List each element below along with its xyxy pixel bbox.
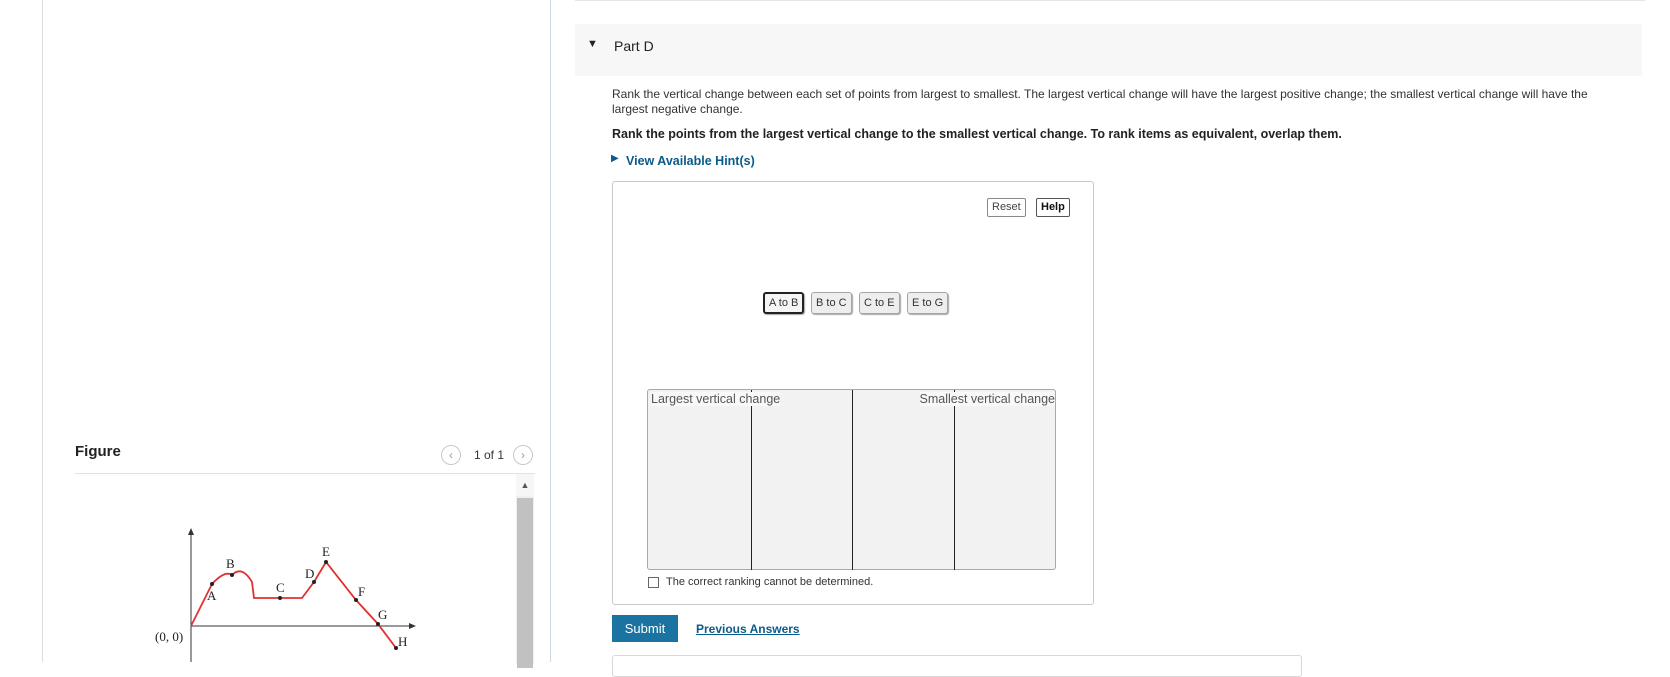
label-b: B	[226, 556, 235, 571]
figure-pager: 1 of 1	[474, 448, 505, 462]
feedback-box	[612, 655, 1302, 677]
collapse-triangle-icon[interactable]: ▼	[587, 38, 598, 50]
view-hints-link[interactable]: View Available Hint(s)	[626, 154, 755, 168]
part-title: Part D	[614, 38, 654, 54]
chevron-left-icon: ‹	[449, 448, 453, 462]
left-border	[42, 0, 43, 662]
point-a	[210, 582, 214, 586]
origin-label: (0, 0)	[155, 629, 183, 644]
smallest-label: Smallest vertical change	[919, 392, 1055, 406]
figure-graph: A B C D E F G H (0, 0)	[155, 528, 416, 662]
rank-slot-divider	[751, 390, 752, 570]
top-border	[575, 0, 1645, 1]
previous-answers-link[interactable]: Previous Answers	[696, 622, 800, 636]
label-d: D	[305, 566, 314, 581]
rank-item-b-to-c[interactable]: B to C	[811, 292, 852, 314]
rank-item-e-to-g[interactable]: E to G	[907, 292, 949, 314]
expand-triangle-icon[interactable]: ▶	[611, 153, 619, 164]
next-figure-button[interactable]: ›	[513, 445, 533, 465]
point-c	[278, 596, 282, 600]
rank-slot-divider	[852, 390, 853, 570]
point-e	[324, 560, 328, 564]
instruction-text: Rank the points from the largest vertica…	[612, 127, 1342, 141]
chevron-right-icon: ›	[521, 448, 525, 462]
label-g: G	[378, 607, 387, 622]
largest-label: Largest vertical change	[651, 392, 781, 406]
position-curve	[190, 560, 397, 649]
x-axis-arrow-icon	[409, 623, 416, 629]
help-button[interactable]: Help	[1036, 198, 1070, 217]
reset-button[interactable]: Reset	[987, 198, 1026, 217]
submit-button[interactable]: Submit	[612, 615, 678, 642]
point-g	[376, 622, 380, 626]
figure-separator	[75, 473, 535, 474]
question-text: Rank the vertical change between each se…	[612, 87, 1588, 116]
y-axis-arrow-icon	[188, 528, 194, 535]
figure-title: Figure	[75, 443, 121, 460]
triangle-up-icon: ▲	[520, 480, 530, 490]
rank-slot-divider	[954, 390, 955, 570]
prev-figure-button[interactable]: ‹	[441, 445, 461, 465]
rank-item-c-to-e[interactable]: C to E	[859, 292, 900, 314]
label-a: A	[207, 588, 217, 603]
label-e: E	[322, 544, 330, 559]
panel-divider	[550, 0, 551, 662]
point-b	[230, 573, 234, 577]
label-h: H	[398, 634, 407, 649]
cannot-determine-checkbox[interactable]	[648, 577, 659, 588]
label-c: C	[276, 580, 285, 595]
scroll-up-button[interactable]: ▲	[516, 474, 534, 496]
cannot-determine-label: The correct ranking cannot be determined…	[666, 576, 874, 588]
label-f: F	[358, 584, 365, 599]
scrollbar-thumb[interactable]	[517, 498, 533, 668]
rank-item-a-to-b[interactable]: A to B	[763, 292, 805, 314]
part-header[interactable]	[575, 24, 1642, 76]
